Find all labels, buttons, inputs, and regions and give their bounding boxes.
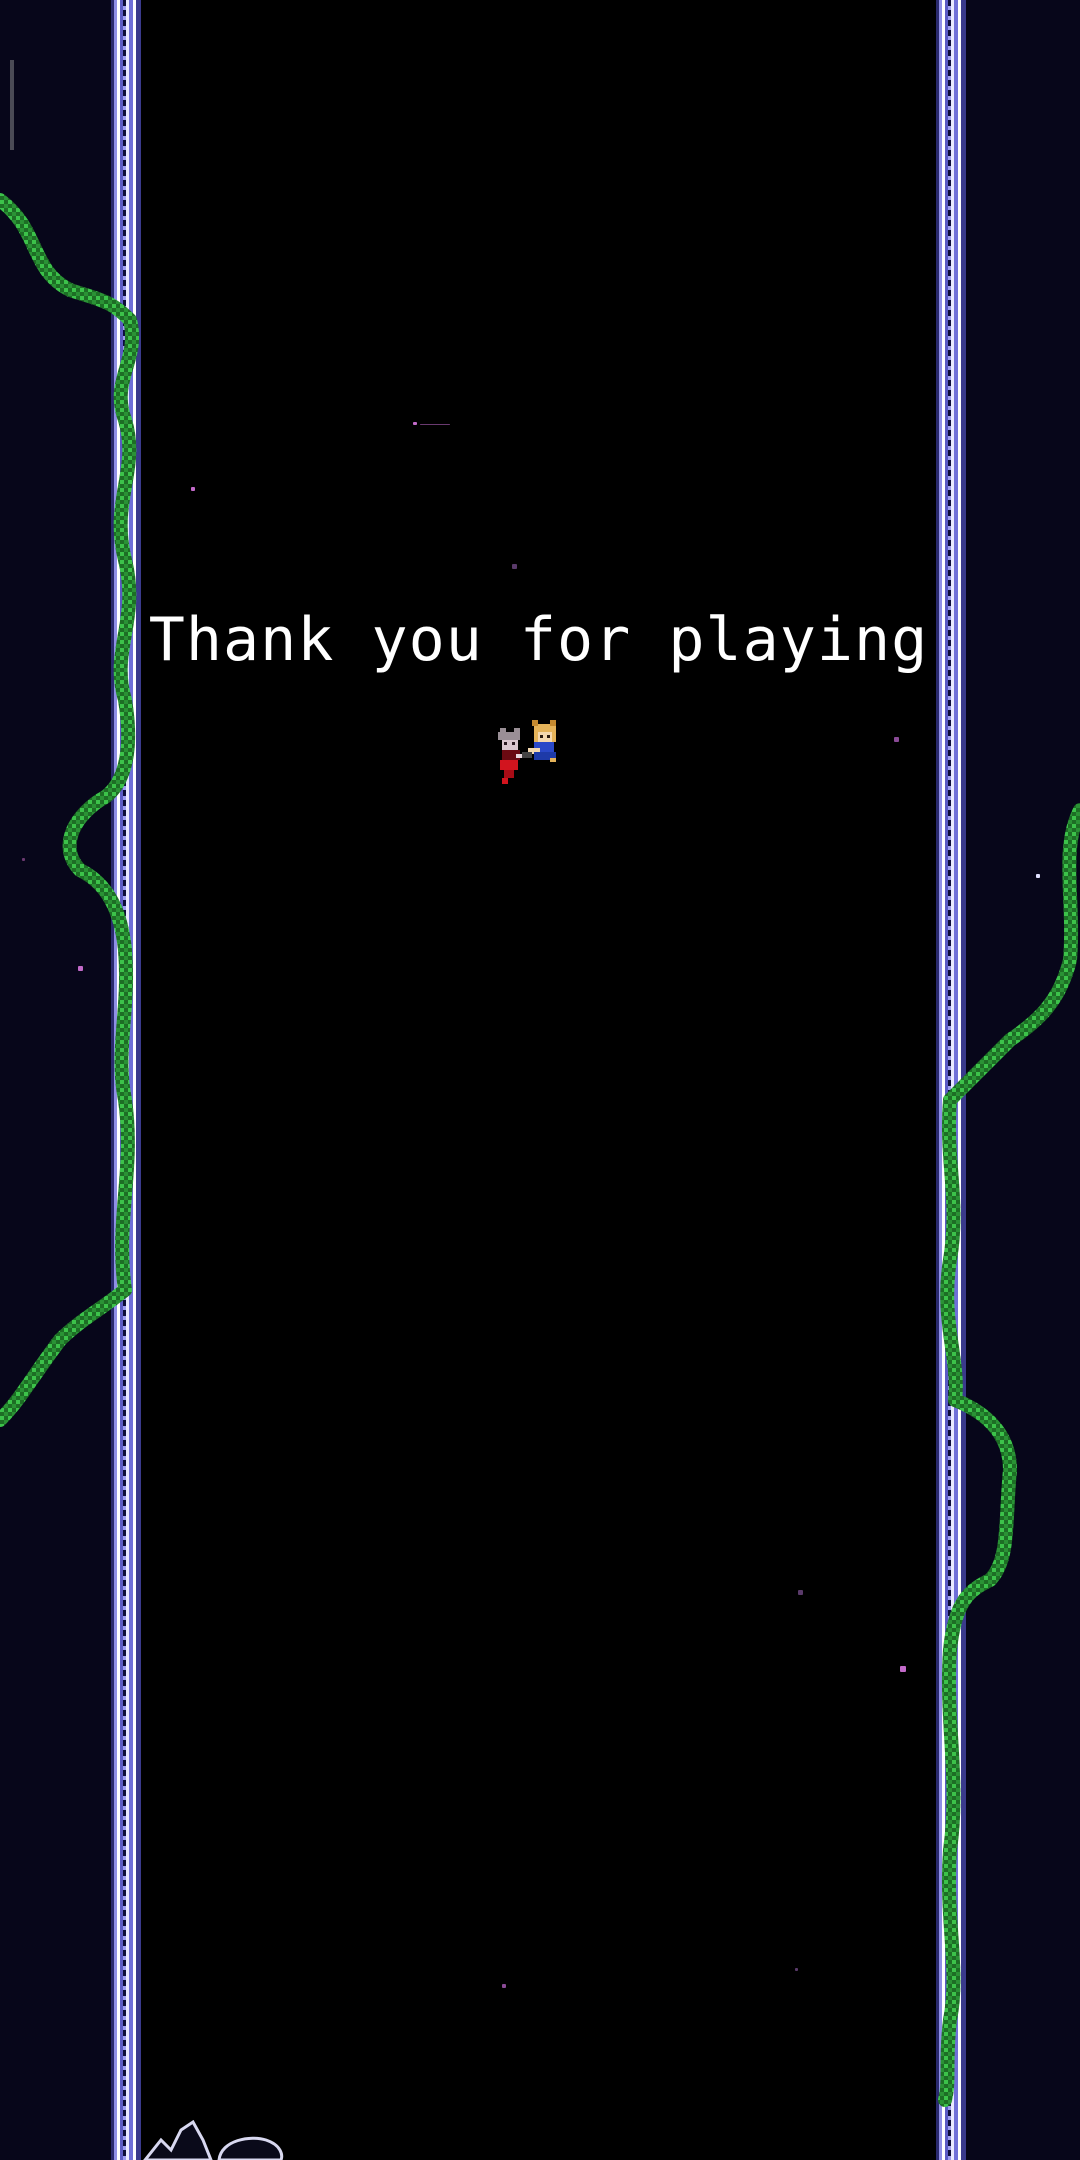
sparkle-particle [191,487,195,491]
vines-decoration [0,193,1080,2107]
thank-you-message: Thank you for playing [148,605,929,675]
blue-dress-girl-sprite [522,720,556,762]
red-dress-girl-sprite [498,728,522,784]
sparkle-particle [413,422,417,425]
sparkle-particle [894,737,899,742]
game-screen: Thank you for playing [0,0,1080,2160]
sparkle-particle [22,858,25,861]
sparkle-particle [502,1984,506,1988]
sparkle-particle [798,1590,803,1595]
sparkle-particle [900,1666,906,1672]
sparkle-particle [795,1968,798,1971]
sparkle-particle [78,966,83,971]
rock-outline [143,2119,284,2160]
sparkle-particle [420,424,450,425]
sparkle-particle [1036,874,1040,878]
right-vine [938,803,1080,2107]
scroll-indicator [10,60,14,150]
left-vine [0,193,139,1427]
characters-sprite-group [498,720,556,784]
sparkle-particle [512,564,517,569]
